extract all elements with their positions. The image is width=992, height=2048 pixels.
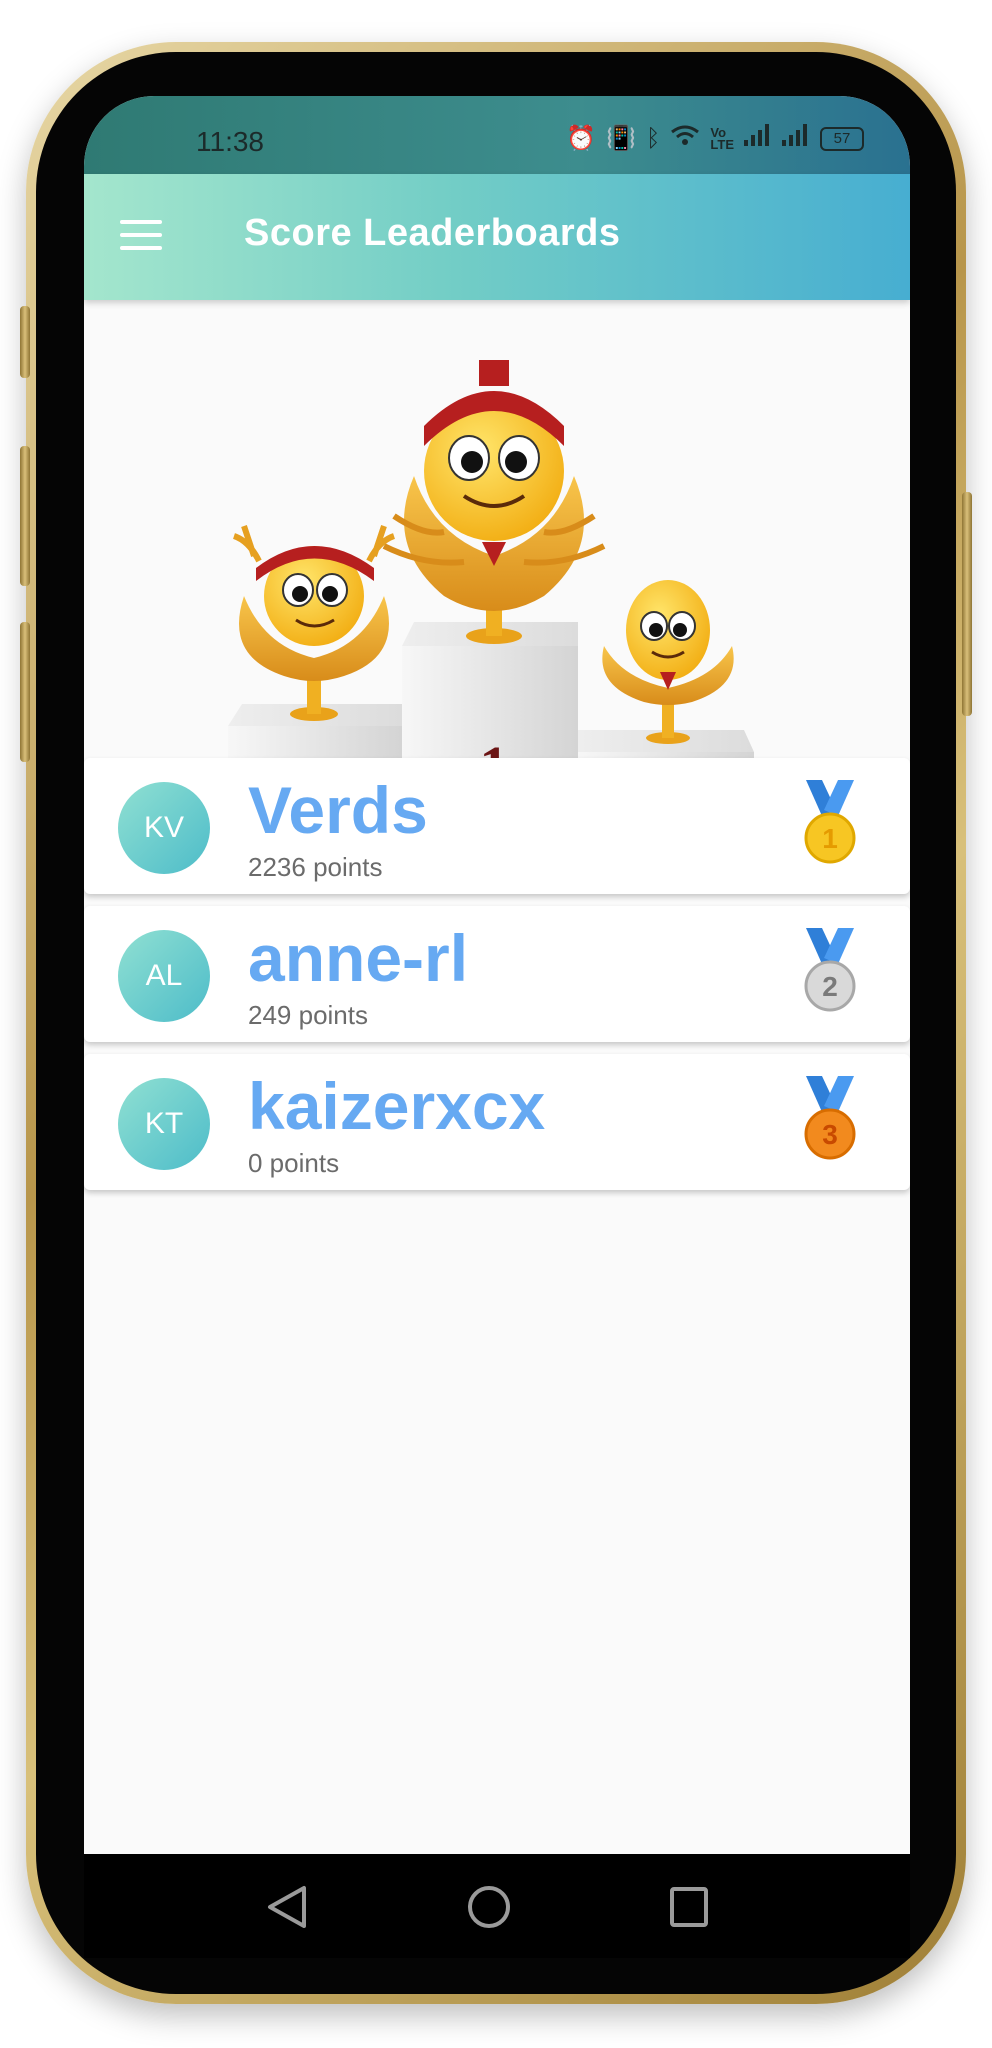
player-points: 249 points [248, 1000, 368, 1030]
player-name: anne-rl [248, 921, 469, 995]
bronze-medal-icon: 3 [804, 1076, 856, 1160]
battery-icon: 57 [820, 126, 864, 151]
alarm-icon: ⏰ [566, 125, 597, 152]
trophy-third-place [602, 580, 734, 744]
gold-medal-icon: 1 [804, 780, 856, 864]
leaderboard-row-2[interactable]: AL anne-rl 249 points 2 [84, 906, 910, 1042]
player-name: Verds [248, 773, 428, 847]
volte-icon: Vo LTE [710, 124, 734, 152]
status-bar: 11:38 ⏰ 📳 ᛒ Vo LTE 57 [84, 96, 910, 174]
status-time: 11:38 [196, 126, 264, 157]
recent-apps-icon[interactable] [668, 1884, 710, 1930]
power-button [962, 492, 972, 716]
trophy-first-place [382, 360, 606, 644]
app-screen: 11:38 ⏰ 📳 ᛒ VoLTE 57 Score Leaderboards [84, 96, 910, 1854]
medal-rank-1: 1 [822, 823, 838, 854]
player-points: 2236 points [248, 852, 383, 882]
leaderboard-row-1[interactable]: KV Verds 2236 points 1 [84, 758, 910, 894]
hamburger-menu-icon[interactable] [120, 220, 162, 250]
player-points: 0 points [248, 1148, 340, 1178]
back-icon[interactable] [264, 1884, 308, 1930]
player-name: kaizerxcx [248, 1069, 546, 1143]
avatar: KV [118, 782, 210, 874]
silver-medal-icon: 2 [804, 928, 856, 1012]
signal-icon-2 [782, 124, 810, 153]
trophy-second-place [232, 525, 396, 721]
wifi-icon [670, 124, 700, 153]
signal-icon [744, 124, 772, 153]
vibrate-icon: 📳 [606, 125, 636, 152]
medal-rank-3: 3 [822, 1119, 838, 1150]
volume-down-button [20, 622, 30, 762]
medal-rank-2: 2 [822, 971, 838, 1002]
leaderboard-row-3[interactable]: KT kaizerxcx 0 points 3 [84, 1054, 910, 1190]
volume-button [20, 306, 30, 378]
avatar: AL [118, 930, 210, 1022]
bluetooth-icon: ᛒ [646, 124, 661, 152]
home-icon[interactable] [466, 1884, 512, 1930]
app-bar: Score Leaderboards [84, 174, 910, 300]
page-title: Score Leaderboards [244, 212, 621, 254]
volume-up-button [20, 446, 30, 586]
avatar: KT [118, 1078, 210, 1170]
status-icons: ⏰ 📳 ᛒ Vo LTE 57 [566, 124, 864, 153]
navigation-bar [84, 1854, 910, 1958]
